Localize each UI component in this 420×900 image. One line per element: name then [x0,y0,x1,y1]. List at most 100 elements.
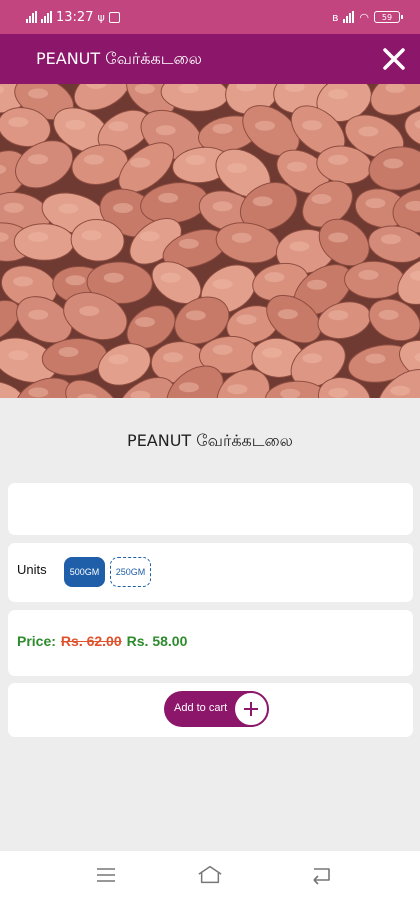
peanut-highlight [65,275,86,286]
product-name: PEANUT வேர்க்கடலை [127,431,293,450]
peanut-highlight [264,272,285,283]
home-button[interactable] [197,863,223,887]
peanut-highlight [365,353,386,364]
peanut-highlight [365,198,386,209]
peanut-highlight [328,310,349,321]
peanut-highlight [8,350,29,361]
plus-icon [233,691,269,727]
peanut-highlight [162,352,183,363]
current-price: Rs. 58.00 [126,633,188,649]
status-right: ʙ ◠ 59 [332,8,403,26]
peanut-highlight [277,309,298,320]
unit-option-250gm[interactable]: 250GM [110,557,151,587]
battery-icon: 59 [374,11,403,23]
peanut-highlight [227,163,248,174]
peanut-image [0,84,420,398]
original-price: Rs. 62.00 [60,633,122,649]
peanut-highlight [28,232,49,242]
units-card: Units 500GM 250GM [8,543,413,602]
signal-icon [343,11,355,23]
menu-icon [97,868,115,882]
peanut-highlight [28,88,49,99]
peanut-highlight [3,202,24,213]
peanut-highlight [134,84,155,94]
peanut-highlight [231,232,252,243]
peanut-highlight [302,353,323,364]
peanut-highlight [255,120,275,131]
peanut-highlight [178,238,199,249]
peanut-highlight [58,203,79,214]
peanut-highlight [306,279,327,290]
bluetooth-icon: ʙ [332,10,339,24]
description-card [8,483,413,535]
peanut-highlight [328,387,349,398]
peanut-highlight [236,314,257,325]
peanut-highlight [185,155,206,165]
close-button[interactable] [378,43,410,75]
peanut-highlight [328,89,349,100]
peanut-highlight [135,317,155,327]
peanut-highlight [79,306,100,316]
peanut-highlight [358,126,379,137]
peanut-highlight [158,192,179,203]
peanut-highlight [212,279,233,290]
peanut-highlight [113,203,133,213]
battery-level: 59 [381,12,393,22]
back-button[interactable] [308,863,334,887]
peanut-highlight [262,347,283,358]
peanut-highlight [28,309,49,320]
price-label: Price: [17,633,56,649]
peanut-highlight [108,121,129,132]
add-to-cart-label: Add to cart [174,702,228,714]
usb-icon: ψ [97,10,105,24]
app-bar: PEANUT வேர்க்கடலை [0,34,420,84]
peanut-highlight [103,272,124,283]
home-icon [198,865,222,884]
signal-icon [41,11,52,23]
status-left: 13:27 ψ [26,8,120,26]
price-card: Price: Rs. 62.00 Rs. 58.00 [8,610,413,676]
peanut-highlight [289,241,310,252]
peanut-highlight [185,310,206,321]
peanut-highlight [155,125,176,136]
peanut-highlight [28,387,49,398]
units-label: Units [17,562,47,577]
peanut-highlight [160,272,181,283]
peanut-highlight [58,347,79,357]
peanut-highlight [139,231,160,242]
add-to-cart-button[interactable]: Add to cart [164,691,269,727]
peanut-highlight [328,232,349,243]
peanut-highlight [81,230,102,241]
peanut-highlight [65,119,86,130]
back-icon [313,868,330,885]
peanut-highlight [28,154,49,165]
peanut-highlight [212,344,233,355]
peanut-highlight [358,269,379,280]
navigation-bar [0,851,420,900]
peanut-highlight [328,154,349,165]
menu-button[interactable] [93,863,119,887]
peanut-highlight [227,384,248,395]
price-row: Price: Rs. 62.00 Rs. 58.00 [17,633,187,649]
status-time: 13:27 [56,9,94,25]
peanut-highlight [83,154,104,165]
peanut-highlight [383,158,404,169]
peanut-highlight [8,117,29,128]
peanut-highlight [130,157,151,168]
peanut-highlight [302,120,323,131]
peanut-highlight [252,196,273,207]
peanut-highlight [212,201,233,212]
peanut-highlight [378,309,399,320]
peanut-highlight [108,354,129,365]
peanut-highlight [311,194,332,204]
product-image [0,84,420,398]
peanut-highlight [212,123,233,134]
peanut-highlight [287,161,307,172]
status-bar: 13:27 ψ ʙ ◠ 59 [0,0,420,34]
peanut-highlight [13,276,34,287]
wifi-icon: ◠ [359,10,369,24]
app-bar-title: PEANUT வேர்க்கடலை [36,49,202,68]
peanut-highlight [380,234,401,245]
signal-icon [26,11,37,23]
unit-option-500gm[interactable]: 500GM [64,557,105,587]
